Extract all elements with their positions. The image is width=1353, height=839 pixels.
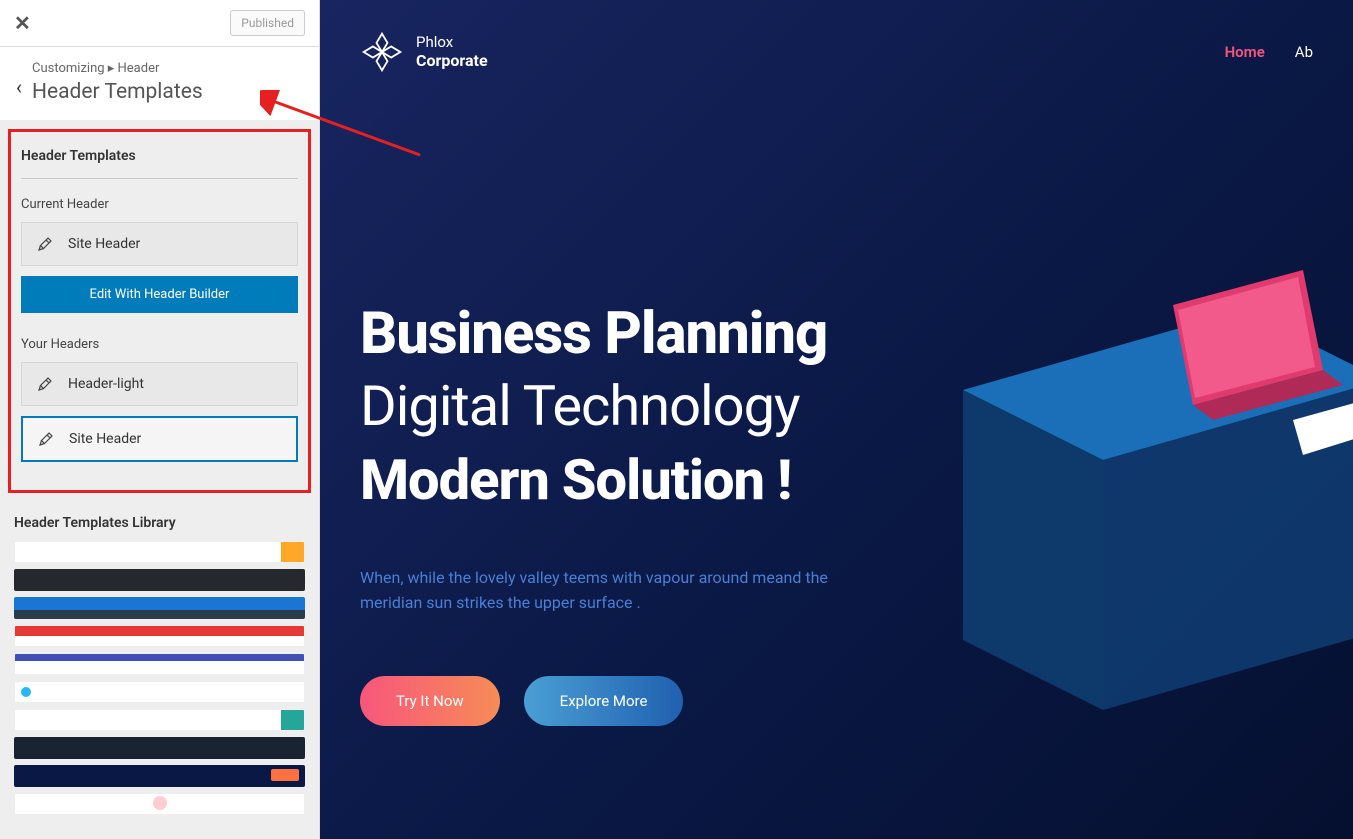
tools-icon — [36, 375, 54, 393]
customizer-sidebar: ✕ Published ‹ Customizing ▸ Header Heade… — [0, 0, 320, 839]
template-thumb[interactable] — [14, 765, 305, 787]
customizer-topbar: ✕ Published — [0, 0, 319, 47]
page-title: Header Templates — [32, 80, 301, 104]
library-list — [0, 541, 319, 815]
your-header-item[interactable]: Header-light — [21, 362, 298, 406]
logo-text: Phlox Corporate — [416, 33, 488, 70]
hero-line2: Digital Technology — [360, 373, 1020, 439]
breadcrumb-row: ‹ Customizing ▸ Header Header Templates — [0, 47, 319, 121]
site-logo[interactable]: Phlox Corporate — [360, 30, 488, 74]
breadcrumb-path: Customizing ▸ Header — [32, 61, 301, 76]
panel-body[interactable]: Header Templates Current Header Site Hea… — [0, 121, 319, 839]
try-it-now-button[interactable]: Try It Now — [360, 676, 500, 726]
main-nav: Home Ab — [1225, 43, 1313, 61]
edit-header-builder-button[interactable]: Edit With Header Builder — [21, 276, 298, 313]
breadcrumb-text: Customizing ▸ Header Header Templates — [32, 61, 301, 104]
explore-more-button[interactable]: Explore More — [524, 676, 684, 726]
hero-title: Business Planning — [360, 304, 1020, 365]
template-thumb[interactable] — [14, 681, 305, 703]
your-headers-label: Your Headers — [21, 337, 298, 352]
header-item-label: Site Header — [68, 236, 140, 252]
section-heading: Header Templates — [21, 142, 298, 179]
hero-description: When, while the lovely valley teems with… — [360, 565, 840, 616]
template-thumb[interactable] — [14, 709, 305, 731]
current-header-item[interactable]: Site Header — [21, 222, 298, 266]
close-icon[interactable]: ✕ — [14, 11, 31, 35]
template-thumb[interactable] — [14, 737, 305, 759]
logo-line1: Phlox — [416, 33, 488, 51]
nav-item-about[interactable]: Ab — [1295, 43, 1313, 61]
tools-icon — [36, 235, 54, 253]
template-thumb[interactable] — [14, 653, 305, 675]
template-thumb[interactable] — [14, 625, 305, 647]
your-header-item-selected[interactable]: Site Header — [21, 416, 298, 462]
current-header-label: Current Header — [21, 197, 298, 212]
back-arrow-icon[interactable]: ‹ — [10, 61, 32, 99]
template-thumb[interactable] — [14, 541, 305, 563]
site-header: Phlox Corporate Home Ab — [320, 0, 1353, 104]
highlighted-section: Header Templates Current Header Site Hea… — [8, 129, 311, 493]
logo-line2: Corporate — [416, 51, 488, 70]
template-thumb[interactable] — [14, 793, 305, 815]
publish-button[interactable]: Published — [230, 10, 305, 36]
header-item-label: Header-light — [68, 376, 144, 392]
hero-buttons: Try It Now Explore More — [360, 676, 1020, 726]
template-thumb[interactable] — [14, 597, 305, 619]
hero-line3: Modern Solution ! — [360, 447, 1020, 513]
library-heading: Header Templates Library — [0, 501, 319, 541]
nav-item-home[interactable]: Home — [1225, 43, 1265, 61]
site-preview: Phlox Corporate Home Ab Business Plannin… — [320, 0, 1353, 839]
tools-icon — [37, 430, 55, 448]
template-thumb[interactable] — [14, 569, 305, 591]
header-item-label: Site Header — [69, 431, 141, 447]
hero-section: Business Planning Digital Technology Mod… — [320, 104, 1020, 726]
hero-illustration — [963, 250, 1353, 750]
logo-icon — [360, 30, 404, 74]
